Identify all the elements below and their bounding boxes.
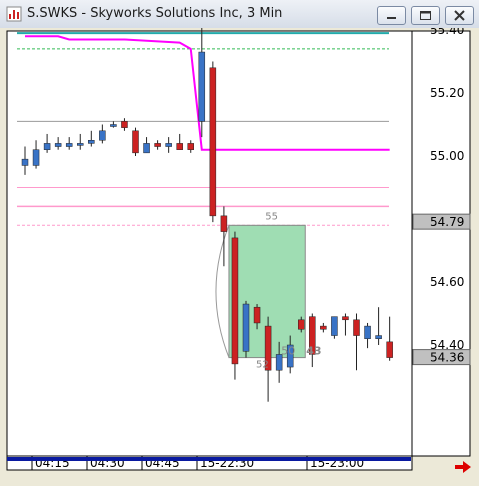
y-tick-label: 54.60 — [430, 275, 464, 289]
chart-app-icon — [6, 6, 22, 22]
candle-body[interactable] — [176, 143, 183, 150]
minimize-button[interactable] — [377, 6, 406, 25]
candle-body[interactable] — [375, 335, 382, 339]
candle-body[interactable] — [331, 316, 338, 336]
restore-icon — [420, 11, 431, 20]
time-axis-bar — [7, 457, 411, 461]
candle-body[interactable] — [187, 143, 194, 150]
candle-body[interactable] — [353, 319, 360, 336]
candle-body[interactable] — [253, 306, 261, 324]
candle-body[interactable] — [320, 325, 327, 330]
candle-body[interactable] — [154, 143, 161, 147]
candle-body[interactable] — [342, 316, 349, 321]
candle-body[interactable] — [77, 143, 84, 146]
candle-body[interactable] — [32, 149, 40, 166]
measure-left-label: 52 — [256, 360, 269, 371]
candle-body[interactable] — [198, 51, 206, 122]
marker-price-label: 54.79 — [430, 215, 464, 229]
window-title: S.SWKS - Skyworks Solutions Inc, 3 Min — [27, 6, 283, 21]
candle-body[interactable] — [143, 143, 150, 154]
y-tick-label: 55.00 — [430, 149, 464, 163]
candle-body[interactable] — [110, 124, 117, 127]
close-icon — [454, 10, 465, 21]
candle-body[interactable] — [121, 121, 128, 128]
candle-body[interactable] — [209, 67, 217, 217]
candle-body[interactable] — [298, 319, 305, 330]
candle-body[interactable] — [88, 140, 95, 144]
last-price-label: 54.36 — [430, 351, 464, 365]
restore-button[interactable] — [411, 6, 440, 25]
candle-body[interactable] — [231, 237, 239, 365]
measure-top-label: 55 — [265, 211, 278, 222]
candle-body[interactable] — [386, 341, 393, 358]
close-button[interactable] — [445, 6, 474, 25]
candle-body[interactable] — [220, 215, 228, 232]
candle-body[interactable] — [43, 143, 51, 150]
minimize-icon — [387, 17, 396, 19]
candle-body[interactable] — [21, 158, 29, 166]
candle-body[interactable] — [132, 130, 139, 154]
candle-body[interactable] — [364, 325, 371, 339]
y-tick-label: 55.20 — [430, 86, 464, 100]
right-arrow-icon[interactable] — [454, 460, 472, 474]
y-tick-label: 55.40 — [430, 28, 464, 37]
candle-body[interactable] — [165, 143, 172, 147]
candle-body[interactable] — [54, 143, 62, 147]
price-chart[interactable]: 5550 435255.4055.2055.0054.6054.4054.7954… — [0, 28, 479, 486]
candle-body[interactable] — [65, 143, 73, 147]
plot-area[interactable] — [6, 30, 413, 457]
window-titlebar: S.SWKS - Skyworks Solutions Inc, 3 Min — [0, 0, 479, 29]
measure-right-label: 43 — [306, 345, 321, 358]
measure-bottom-label: 50 — [281, 345, 295, 358]
candle-body[interactable] — [242, 303, 250, 352]
candle-body[interactable] — [99, 130, 106, 141]
